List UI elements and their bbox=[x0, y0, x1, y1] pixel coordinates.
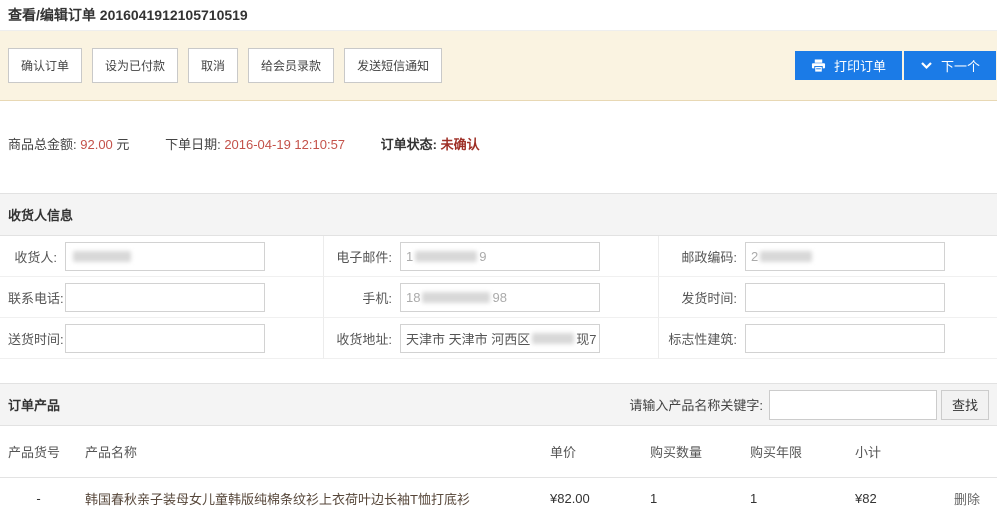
col-header-price: 单价 bbox=[542, 442, 642, 461]
delivery-time-input[interactable] bbox=[65, 324, 265, 353]
redacted-text bbox=[422, 292, 490, 303]
product-subtotal: ¥82 bbox=[847, 491, 942, 506]
cancel-order-button[interactable]: 取消 bbox=[188, 48, 238, 83]
contact-phone-input[interactable] bbox=[65, 283, 265, 312]
ship-time-label: 发货时间: bbox=[663, 288, 737, 307]
consignee-section-header: 收货人信息 bbox=[0, 193, 997, 236]
field-delivery-time: 送货时间: bbox=[0, 318, 323, 359]
product-sku: - bbox=[0, 491, 77, 506]
delivery-time-label: 送货时间: bbox=[8, 329, 57, 348]
redacted-text bbox=[532, 333, 574, 344]
record-payment-button[interactable]: 给会员录款 bbox=[248, 48, 334, 83]
consignee-label: 收货人: bbox=[8, 247, 57, 266]
product-search-label: 请输入产品名称关键字: bbox=[629, 395, 763, 414]
col-header-sku: 产品货号 bbox=[0, 442, 77, 461]
products-section-header: 订单产品 请输入产品名称关键字: 查找 bbox=[0, 383, 997, 426]
zipcode-value-prefix: 2 bbox=[751, 249, 758, 264]
ship-time-input[interactable] bbox=[745, 283, 945, 312]
field-consignee: 收货人: bbox=[0, 236, 323, 277]
mobile-value-suffix: 98 bbox=[492, 290, 506, 305]
order-date-label: 下单日期: bbox=[165, 137, 221, 152]
product-years: 1 bbox=[742, 491, 847, 506]
col-header-subtotal: 小计 bbox=[847, 442, 942, 461]
field-zipcode: 邮政编码: 2 bbox=[658, 236, 997, 277]
status-badge: 未确认 bbox=[441, 137, 480, 152]
total-amount-unit: 元 bbox=[116, 137, 129, 152]
next-order-button[interactable]: 下一个 bbox=[904, 51, 996, 80]
print-order-button[interactable]: 打印订单 bbox=[795, 51, 902, 80]
consignee-section-title: 收货人信息 bbox=[8, 205, 73, 224]
send-sms-button[interactable]: 发送短信通知 bbox=[344, 48, 442, 83]
email-value-prefix: 1 bbox=[406, 249, 413, 264]
product-price: ¥82.00 bbox=[542, 491, 642, 506]
redacted-text bbox=[73, 251, 131, 262]
email-label: 电子邮件: bbox=[328, 247, 392, 266]
address-input[interactable]: 天津市 天津市 河西区 现7 bbox=[400, 324, 600, 353]
table-row: - 韩国春秋亲子装母女儿童韩版纯棉条纹衫上衣荷叶边长袖T恤打底衫 ¥82.00 … bbox=[0, 478, 997, 518]
mobile-label: 手机: bbox=[328, 288, 392, 307]
consignee-form: 收货人: 电子邮件: 1 9 邮政编码: 2 联系电话: 手机: 18 98 bbox=[0, 236, 997, 359]
redacted-text bbox=[760, 251, 812, 262]
email-input[interactable]: 1 9 bbox=[400, 242, 600, 271]
contact-phone-label: 联系电话: bbox=[8, 288, 57, 307]
zipcode-input[interactable]: 2 bbox=[745, 242, 945, 271]
page-title: 查看/编辑订单 2016041912105710519 bbox=[8, 5, 248, 25]
products-table-header: 产品货号 产品名称 单价 购买数量 购买年限 小计 bbox=[0, 426, 997, 478]
total-amount-value: 92.00 bbox=[80, 137, 113, 152]
order-date: 下单日期: 2016-04-19 12:10:57 bbox=[165, 137, 349, 152]
products-section-title: 订单产品 bbox=[8, 395, 60, 414]
field-email: 电子邮件: 1 9 bbox=[323, 236, 658, 277]
order-date-value: 2016-04-19 12:10:57 bbox=[224, 137, 345, 152]
address-label: 收货地址: bbox=[328, 329, 392, 348]
landmark-label: 标志性建筑: bbox=[663, 329, 737, 348]
product-search-button[interactable]: 查找 bbox=[941, 390, 989, 420]
field-ship-time: 发货时间: bbox=[658, 277, 997, 318]
chevron-down-icon bbox=[920, 61, 933, 70]
redacted-text bbox=[415, 251, 477, 262]
field-landmark: 标志性建筑: bbox=[658, 318, 997, 359]
section-gap bbox=[0, 359, 997, 383]
total-amount-label: 商品总金额: bbox=[8, 137, 77, 152]
order-summary: 商品总金额: 92.00 元 下单日期: 2016-04-19 12:10:57… bbox=[0, 101, 997, 193]
product-qty: 1 bbox=[642, 491, 742, 506]
field-address: 收货地址: 天津市 天津市 河西区 现7 bbox=[323, 318, 658, 359]
order-status: 订单状态: 未确认 bbox=[381, 137, 480, 152]
field-mobile: 手机: 18 98 bbox=[323, 277, 658, 318]
print-order-label: 打印订单 bbox=[834, 56, 886, 75]
product-name-link[interactable]: 韩国春秋亲子装母女儿童韩版纯棉条纹衫上衣荷叶边长袖T恤打底衫 bbox=[77, 489, 542, 508]
address-value-suffix: 现7 bbox=[576, 329, 596, 348]
page-header: 查看/编辑订单 2016041912105710519 bbox=[0, 0, 997, 30]
consignee-input[interactable] bbox=[65, 242, 265, 271]
col-header-years: 购买年限 bbox=[742, 442, 847, 461]
email-value-suffix: 9 bbox=[479, 249, 486, 264]
col-header-qty: 购买数量 bbox=[642, 442, 742, 461]
col-header-name: 产品名称 bbox=[77, 442, 542, 461]
set-paid-button[interactable]: 设为已付款 bbox=[92, 48, 178, 83]
total-amount: 商品总金额: 92.00 元 bbox=[8, 137, 133, 152]
confirm-order-button[interactable]: 确认订单 bbox=[8, 48, 82, 83]
product-search-input[interactable] bbox=[769, 390, 937, 420]
zipcode-label: 邮政编码: bbox=[663, 247, 737, 266]
printer-icon bbox=[811, 59, 826, 73]
landmark-input[interactable] bbox=[745, 324, 945, 353]
next-order-label: 下一个 bbox=[941, 56, 980, 75]
order-toolbar: 确认订单 设为已付款 取消 给会员录款 发送短信通知 打印订单 下一个 bbox=[0, 30, 997, 101]
mobile-value-prefix: 18 bbox=[406, 290, 420, 305]
order-status-label: 订单状态: bbox=[381, 137, 437, 152]
address-value-prefix: 天津市 天津市 河西区 bbox=[406, 329, 530, 348]
field-contact-phone: 联系电话: bbox=[0, 277, 323, 318]
mobile-input[interactable]: 18 98 bbox=[400, 283, 600, 312]
delete-product-link[interactable]: 删除 bbox=[942, 489, 997, 508]
